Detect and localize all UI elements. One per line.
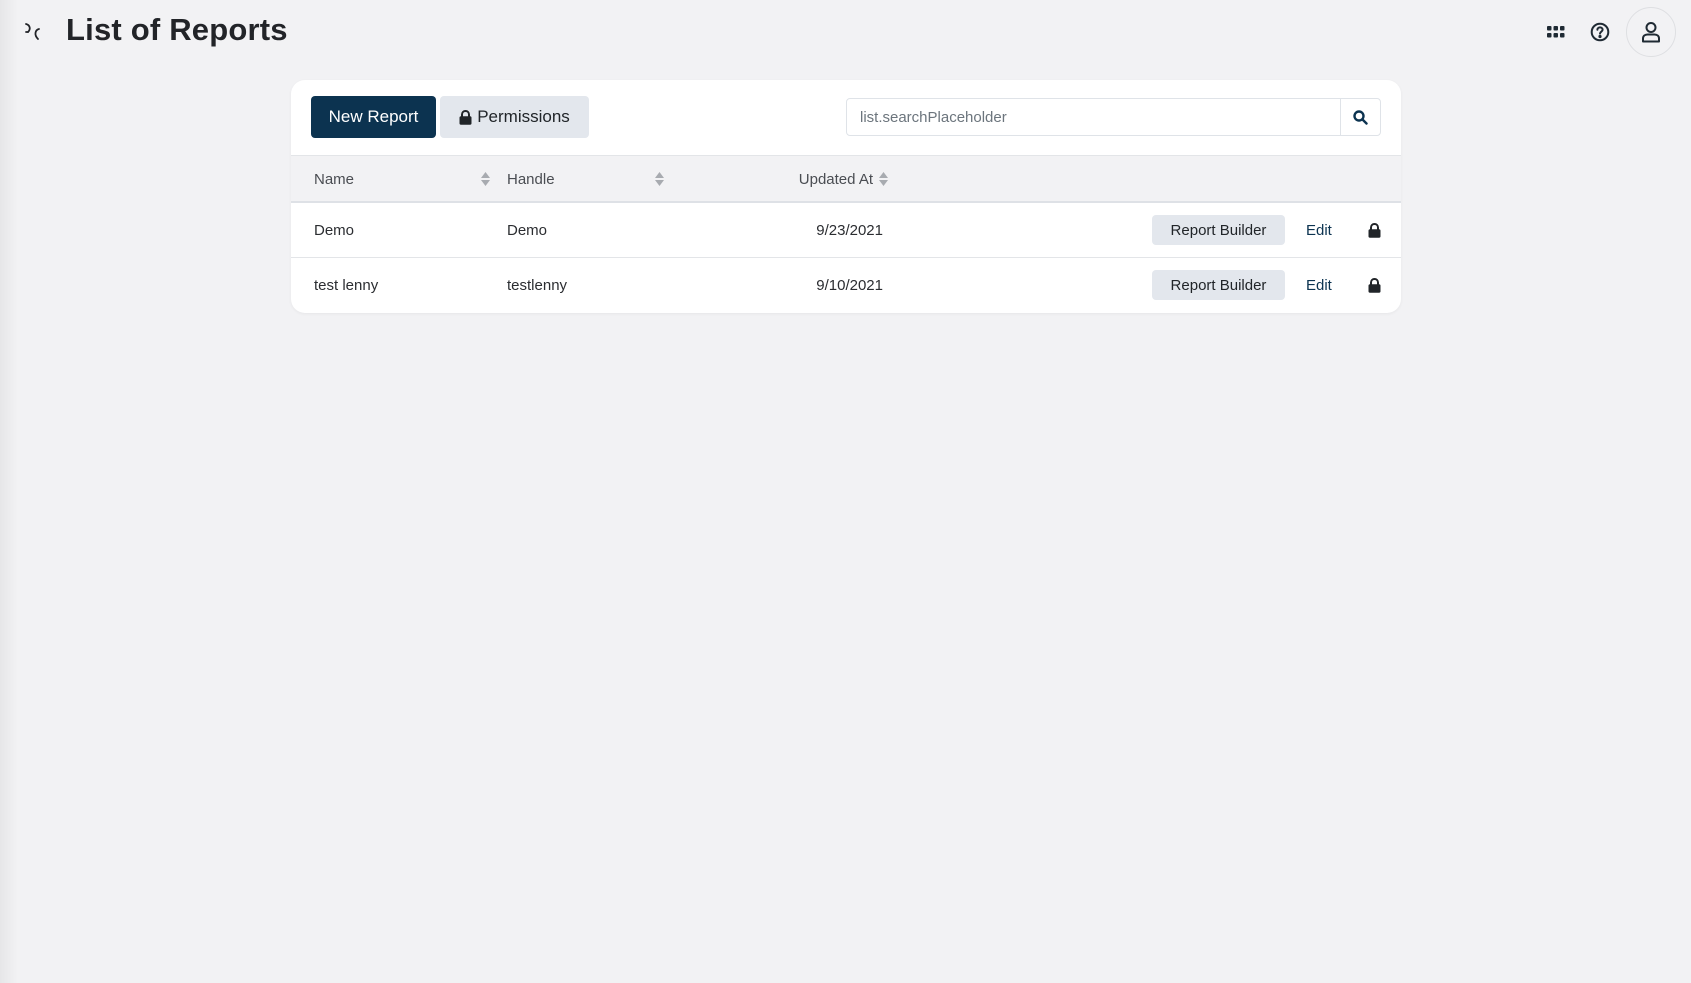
column-header-name[interactable]: Name [314, 156, 490, 202]
cell-updated-at: 9/23/2021 [816, 222, 883, 239]
column-header-updated-at[interactable]: Updated At [791, 156, 888, 202]
lock-icon [459, 109, 472, 125]
sort-icon [655, 172, 664, 186]
permissions-label: Permissions [477, 107, 570, 126]
help-circle-icon[interactable] [1588, 20, 1612, 44]
cell-updated-at: 9/10/2021 [816, 277, 883, 294]
table-row: Demo Demo 9/23/2021 Report Builder Edit [291, 203, 1401, 258]
column-header-label: Updated At [798, 170, 873, 188]
cell-name: Demo [314, 222, 355, 239]
search-icon [1353, 109, 1368, 125]
sort-icon [481, 172, 490, 186]
sidebar-toggle-icon[interactable] [22, 20, 46, 44]
search-button[interactable] [1340, 99, 1380, 135]
edit-link[interactable]: Edit [1306, 258, 1332, 313]
lock-icon[interactable] [1366, 276, 1382, 294]
top-bar: List of Reports [0, 0, 1691, 64]
user-menu-button[interactable] [1626, 7, 1676, 57]
column-header-handle[interactable]: Handle [507, 156, 664, 202]
report-builder-button[interactable]: Report Builder [1152, 270, 1285, 300]
apps-grid-icon[interactable] [1544, 20, 1568, 44]
window-edge-shadow [0, 0, 18, 983]
lock-icon[interactable] [1366, 221, 1382, 239]
column-header-label: Name [314, 170, 355, 188]
cell-handle: testlenny [507, 277, 568, 294]
edit-link[interactable]: Edit [1306, 203, 1332, 258]
column-header-label: Handle [507, 170, 555, 188]
reports-card: New Report Permissions Name Handle [291, 80, 1401, 313]
cell-handle: Demo [507, 222, 548, 239]
table-header: Name Handle Updated At [291, 155, 1401, 203]
report-builder-button[interactable]: Report Builder [1152, 215, 1285, 245]
table-row: test lenny testlenny 9/10/2021 Report Bu… [291, 258, 1401, 313]
permissions-button[interactable]: Permissions [440, 96, 589, 138]
page-title: List of Reports [66, 12, 288, 47]
search-input[interactable] [847, 99, 1340, 135]
new-report-button[interactable]: New Report [311, 96, 436, 138]
sort-icon [879, 172, 888, 186]
search-bar [846, 98, 1381, 136]
cell-name: test lenny [314, 277, 379, 294]
